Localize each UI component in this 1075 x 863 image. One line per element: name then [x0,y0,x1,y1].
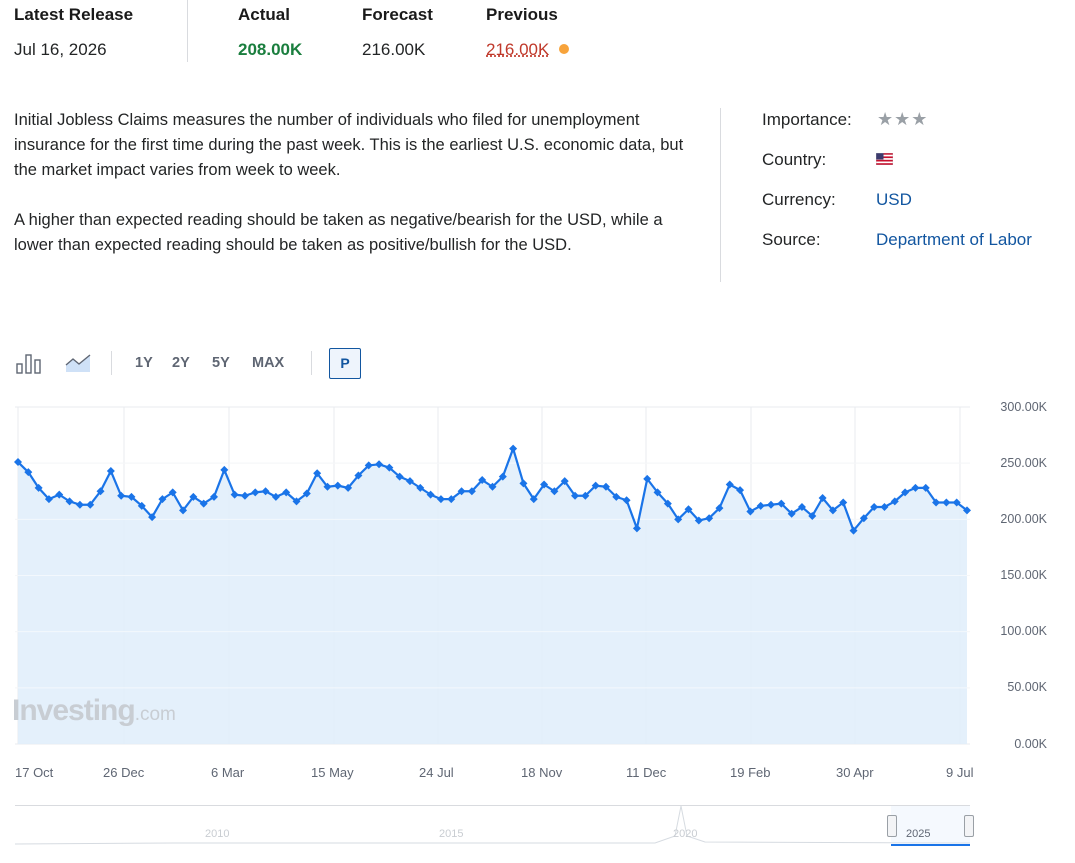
toolbar-divider [311,351,312,375]
navigator-year: 2020 [673,828,698,840]
revised-dot-icon [559,44,569,54]
forecast-header: Forecast [362,5,433,24]
previous-value[interactable]: 216.00K [486,40,549,60]
importance-label: Importance: [762,110,852,129]
country-label: Country: [762,150,827,169]
y-tick-label: 150.00K [1000,568,1047,582]
navigator-year: 2025 [906,828,931,840]
x-tick-label: 26 Dec [103,765,145,780]
description: Initial Jobless Claims measures the numb… [14,108,694,258]
forecast-value: 216.00K [362,40,426,59]
watermark-brand: Investing [12,694,136,727]
star-icon: ★ [894,109,912,129]
navigator-left-handle[interactable] [887,815,897,837]
y-tick-label: 300.00K [1000,400,1047,414]
toolbar-divider [111,351,112,375]
x-tick-label: 18 Nov [521,765,563,780]
release-date: Jul 16, 2026 [14,40,107,59]
source-label: Source: [762,230,821,249]
range-2y-button[interactable]: 2Y [172,355,190,371]
data-point [220,465,229,474]
y-tick-label: 250.00K [1000,456,1047,470]
x-tick-label: 9 Jul [946,765,974,780]
description-paragraph-1: Initial Jobless Claims measures the numb… [14,111,684,179]
area-chart-icon[interactable] [65,352,92,379]
actual-header: Actual [238,5,290,24]
period-button[interactable]: P [329,348,361,379]
description-paragraph-2: A higher than expected reading should be… [14,211,663,254]
source-link[interactable]: Department of Labor [876,230,1032,250]
x-tick-label: 17 Oct [15,765,54,780]
navigator-series [15,806,970,845]
investing-watermark: Investing.com [12,694,176,728]
bar-chart-icon[interactable] [16,352,43,379]
navigator-year: 2010 [205,828,230,840]
x-tick-label: 30 Apr [836,765,874,780]
previous-header: Previous [486,5,558,24]
currency-link[interactable]: USD [876,190,912,210]
star-icon: ★ [911,109,929,129]
range-max-button[interactable]: MAX [252,355,284,371]
us-flag-icon [875,152,894,170]
x-tick-label: 15 May [311,765,354,780]
range-1y-button[interactable]: 1Y [135,355,153,371]
star-icon: ★ [877,109,895,129]
actual-value: 208.00K [238,40,303,59]
data-point [106,467,115,476]
navigator-year: 2015 [439,828,464,840]
currency-label: Currency: [762,190,836,209]
header-divider [187,0,188,62]
y-tick-label: 50.00K [1007,680,1047,694]
range-5y-button[interactable]: 5Y [212,355,230,371]
navigator-selection[interactable] [891,806,970,846]
x-tick-label: 19 Feb [730,765,771,780]
importance-stars: ★★★ [877,109,928,130]
x-tick-label: 11 Dec [626,765,667,780]
range-navigator[interactable]: 2010 2015 2020 2025 [15,805,974,846]
navigator-right-handle[interactable] [964,815,974,837]
y-tick-label: 200.00K [1000,512,1047,526]
data-point [509,444,518,453]
x-tick-label: 24 Jul [419,765,454,780]
x-tick-label: 6 Mar [211,765,245,780]
y-tick-label: 0.00K [1014,737,1047,751]
y-tick-label: 100.00K [1000,624,1047,638]
latest-release-header: Latest Release [14,5,134,24]
description-divider [720,108,721,282]
watermark-suffix: .com [134,704,176,725]
